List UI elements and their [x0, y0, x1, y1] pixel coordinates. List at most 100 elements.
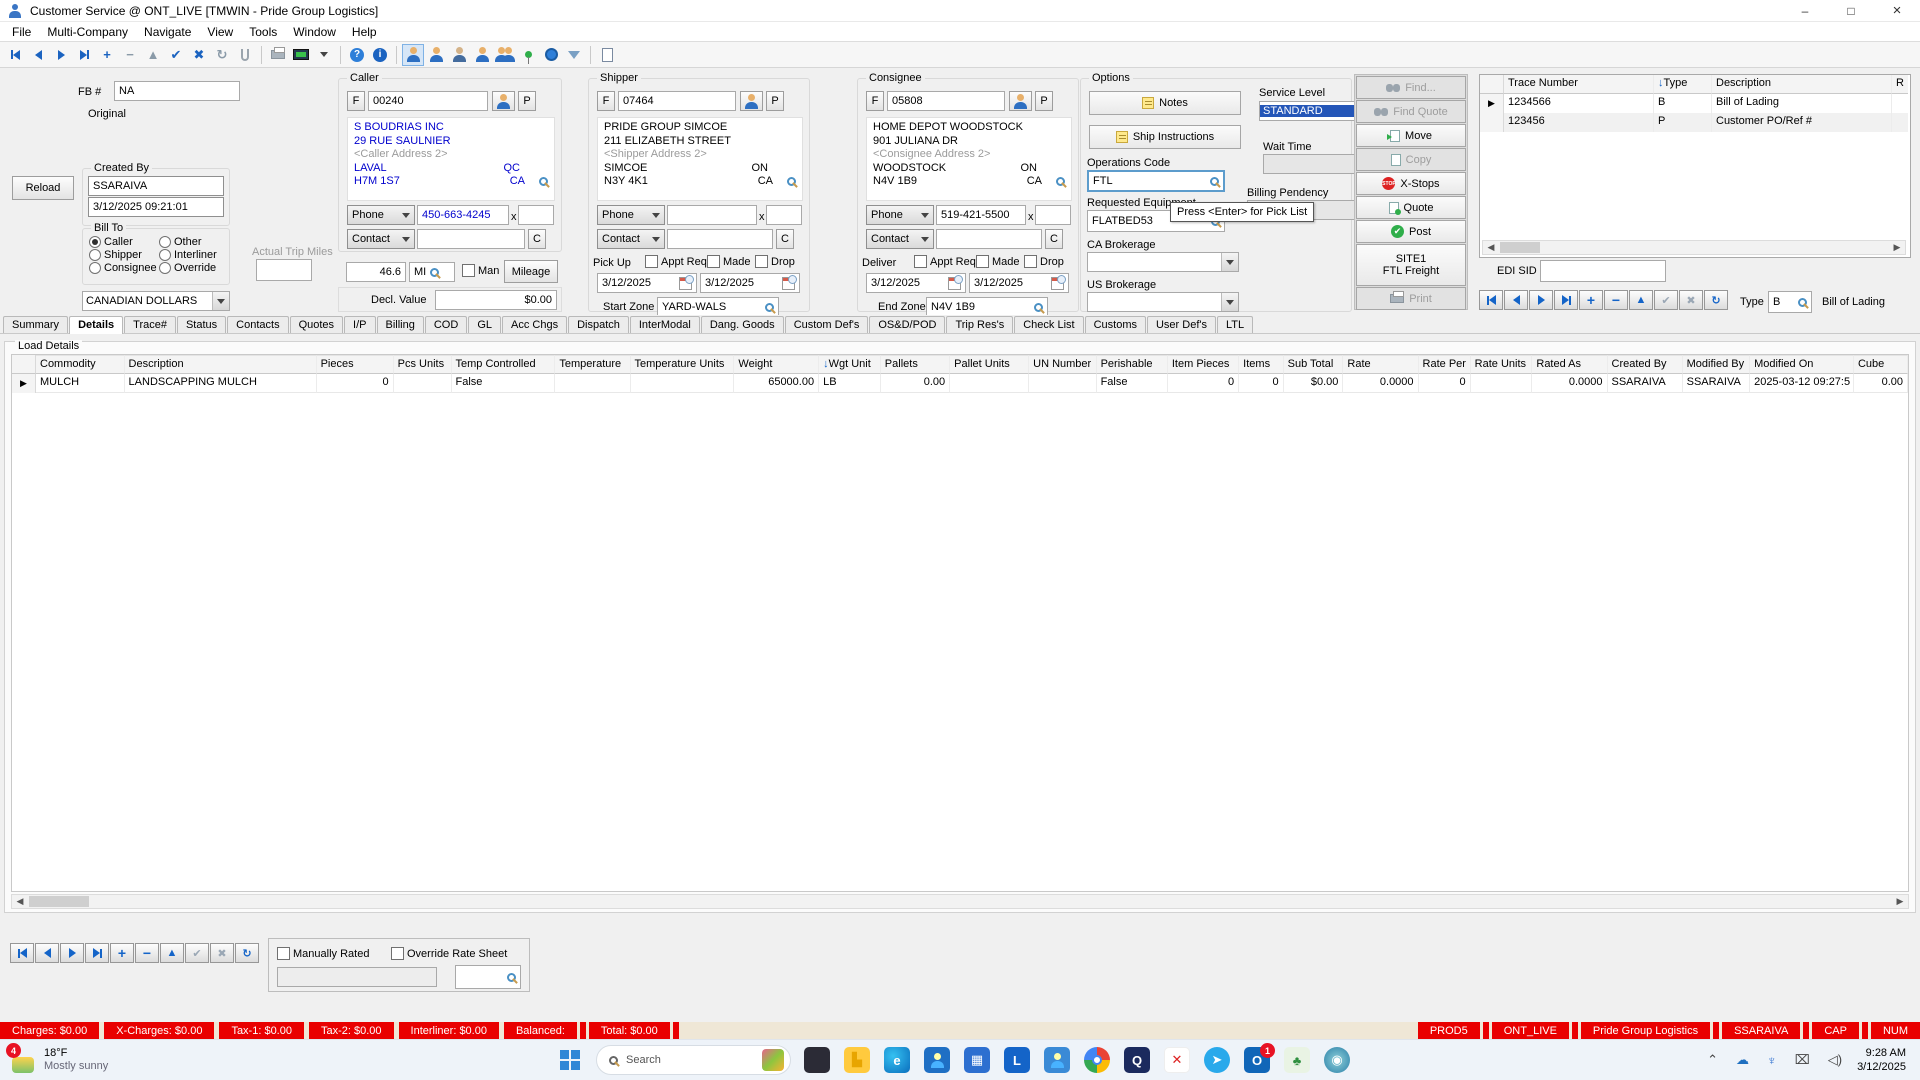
load-hscrollbar[interactable]: ◀ ▶ [11, 894, 1909, 909]
menu-tools[interactable]: Tools [241, 25, 285, 39]
pickup-date-to[interactable]: 3/12/2025 [700, 273, 800, 293]
trace-row[interactable]: 123456 P Customer PO/Ref # [1480, 113, 1910, 132]
shipper-lookup-icon[interactable] [787, 177, 796, 186]
load-edit-button[interactable]: ▲ [160, 943, 184, 963]
consignee-ext-input[interactable] [1035, 205, 1071, 225]
trip-miles-input[interactable] [256, 259, 312, 281]
tab-gl[interactable]: GL [468, 316, 501, 333]
notes-button[interactable]: Notes [1089, 91, 1241, 115]
map-pin-icon[interactable] [517, 44, 539, 66]
red-x-app-icon[interactable]: ✕ [1164, 1047, 1190, 1073]
personnel-icon[interactable] [494, 44, 516, 66]
rate-lookup-input[interactable] [455, 965, 521, 989]
col-created-by[interactable]: Created By [1608, 355, 1683, 374]
clock[interactable]: 9:28 AM 3/12/2025 [1857, 1046, 1906, 1074]
billto-caller-radio[interactable]: Caller [89, 236, 157, 248]
billto-other-radio[interactable]: Other [159, 236, 217, 248]
workstation-dropdown-icon[interactable] [313, 44, 335, 66]
accept-icon[interactable]: ✔ [165, 44, 187, 66]
caller-profile-button[interactable] [492, 91, 515, 111]
ca-brokerage-select[interactable] [1087, 252, 1239, 272]
col-items[interactable]: Items [1239, 355, 1283, 374]
add-record-icon[interactable]: + [96, 44, 118, 66]
network-icon[interactable]: ⌧ [1795, 1052, 1810, 1068]
start-zone-input[interactable]: YARD-WALS [657, 297, 779, 317]
fb-input[interactable]: NA [114, 81, 240, 101]
deliver-apptreq-checkbox[interactable]: Appt Req [914, 255, 976, 268]
col-pieces[interactable]: Pieces [317, 355, 394, 374]
deliver-date-to-calendar-icon[interactable] [1051, 277, 1064, 290]
tab-ip[interactable]: I/P [344, 316, 375, 333]
col-wgt-unit[interactable]: ↓Wgt Unit [819, 355, 881, 374]
end-zone-input[interactable]: N4V 1B9 [926, 297, 1048, 317]
shipper-c-button[interactable]: C [776, 229, 794, 249]
tab-cod[interactable]: COD [425, 316, 467, 333]
start-zone-lookup-icon[interactable] [765, 303, 774, 312]
col-rate-per[interactable]: Rate Per [1419, 355, 1471, 374]
pickup-made-checkbox[interactable]: Made [707, 255, 751, 268]
edi-sid-input[interactable] [1540, 260, 1666, 282]
shipper-phone-input[interactable] [667, 205, 757, 225]
shipper-phone-select[interactable]: Phone [597, 205, 665, 225]
pickup-date-to-calendar-icon[interactable] [782, 277, 795, 290]
outlook-icon[interactable]: O1 [1244, 1047, 1270, 1073]
q-app-icon[interactable]: Q [1124, 1047, 1150, 1073]
menu-multi-company[interactable]: Multi-Company [39, 25, 136, 39]
task-view-icon[interactable] [804, 1047, 830, 1073]
col-description[interactable]: Description [125, 355, 317, 374]
us-brokerage-select[interactable] [1087, 292, 1239, 312]
shipper-code-input[interactable]: 07464 [618, 91, 736, 111]
menu-help[interactable]: Help [344, 25, 385, 39]
col-un-number[interactable]: UN Number [1029, 355, 1096, 374]
pickup-date-from[interactable]: 3/12/2025 [597, 273, 697, 293]
next-record-icon[interactable] [50, 44, 72, 66]
attachments-icon[interactable] [234, 44, 256, 66]
menu-window[interactable]: Window [285, 25, 344, 39]
trace-add-button[interactable]: + [1579, 290, 1603, 310]
col-rate[interactable]: Rate [1343, 355, 1418, 374]
prev-record-icon[interactable] [27, 44, 49, 66]
quote-button[interactable]: Quote [1356, 196, 1466, 219]
consignee-lookup-icon[interactable] [1056, 177, 1065, 186]
col-perishable[interactable]: Perishable [1097, 355, 1168, 374]
load-delete-button[interactable]: − [135, 943, 159, 963]
trace-edit-button[interactable]: ▲ [1629, 290, 1653, 310]
tab-dang-goods[interactable]: Dang. Goods [701, 316, 784, 333]
menu-file[interactable]: File [4, 25, 39, 39]
caller-lookup-icon[interactable] [539, 177, 548, 186]
edit-record-icon[interactable]: ▲ [142, 44, 164, 66]
shipper-contact-input[interactable] [667, 229, 773, 249]
trace-row[interactable]: ▶ 1234566 B Bill of Lading [1480, 94, 1910, 113]
load-add-button[interactable]: + [110, 943, 134, 963]
caller-p-button[interactable]: P [518, 91, 536, 111]
caller-f-button[interactable]: F [347, 91, 365, 111]
shipper-contact-select[interactable]: Contact [597, 229, 665, 249]
close-button[interactable]: × [1874, 0, 1920, 22]
consignee-code-input[interactable]: 05808 [887, 91, 1005, 111]
col-rated-as[interactable]: Rated As [1532, 355, 1607, 374]
edge-icon[interactable]: e [884, 1047, 910, 1073]
file-explorer-icon[interactable]: ▙ [844, 1047, 870, 1073]
deliver-date-from-calendar-icon[interactable] [948, 277, 961, 290]
shipper-f-button[interactable]: F [597, 91, 615, 111]
rate-lookup-icon[interactable] [507, 973, 516, 982]
tab-custom-defs[interactable]: Custom Def's [785, 316, 869, 333]
col-modified-on[interactable]: Modified On [1750, 355, 1854, 374]
miles-input[interactable]: 46.6 [346, 262, 406, 282]
col-rate-units[interactable]: Rate Units [1471, 355, 1533, 374]
caller-c-button[interactable]: C [528, 229, 546, 249]
load-last-button[interactable] [85, 943, 109, 963]
search-box[interactable]: Search [596, 1045, 791, 1075]
trace-col-number[interactable]: Trace Number [1504, 75, 1654, 94]
trace-hscrollbar[interactable]: ◀ ▶ [1482, 240, 1906, 255]
trace-col-type[interactable]: ↓Type [1654, 75, 1712, 94]
x-stops-button[interactable]: STOPX-Stops [1356, 172, 1466, 195]
shipper-ext-input[interactable] [766, 205, 802, 225]
tab-quotes[interactable]: Quotes [290, 316, 343, 333]
onedrive-icon[interactable]: ☁ [1736, 1052, 1749, 1068]
shipper-profile-button[interactable] [740, 91, 763, 111]
manually-rated-checkbox[interactable]: Manually Rated [277, 947, 369, 960]
caller-ext-input[interactable] [518, 205, 554, 225]
customer-service-icon[interactable] [402, 44, 424, 66]
caller-contact-input[interactable] [417, 229, 525, 249]
